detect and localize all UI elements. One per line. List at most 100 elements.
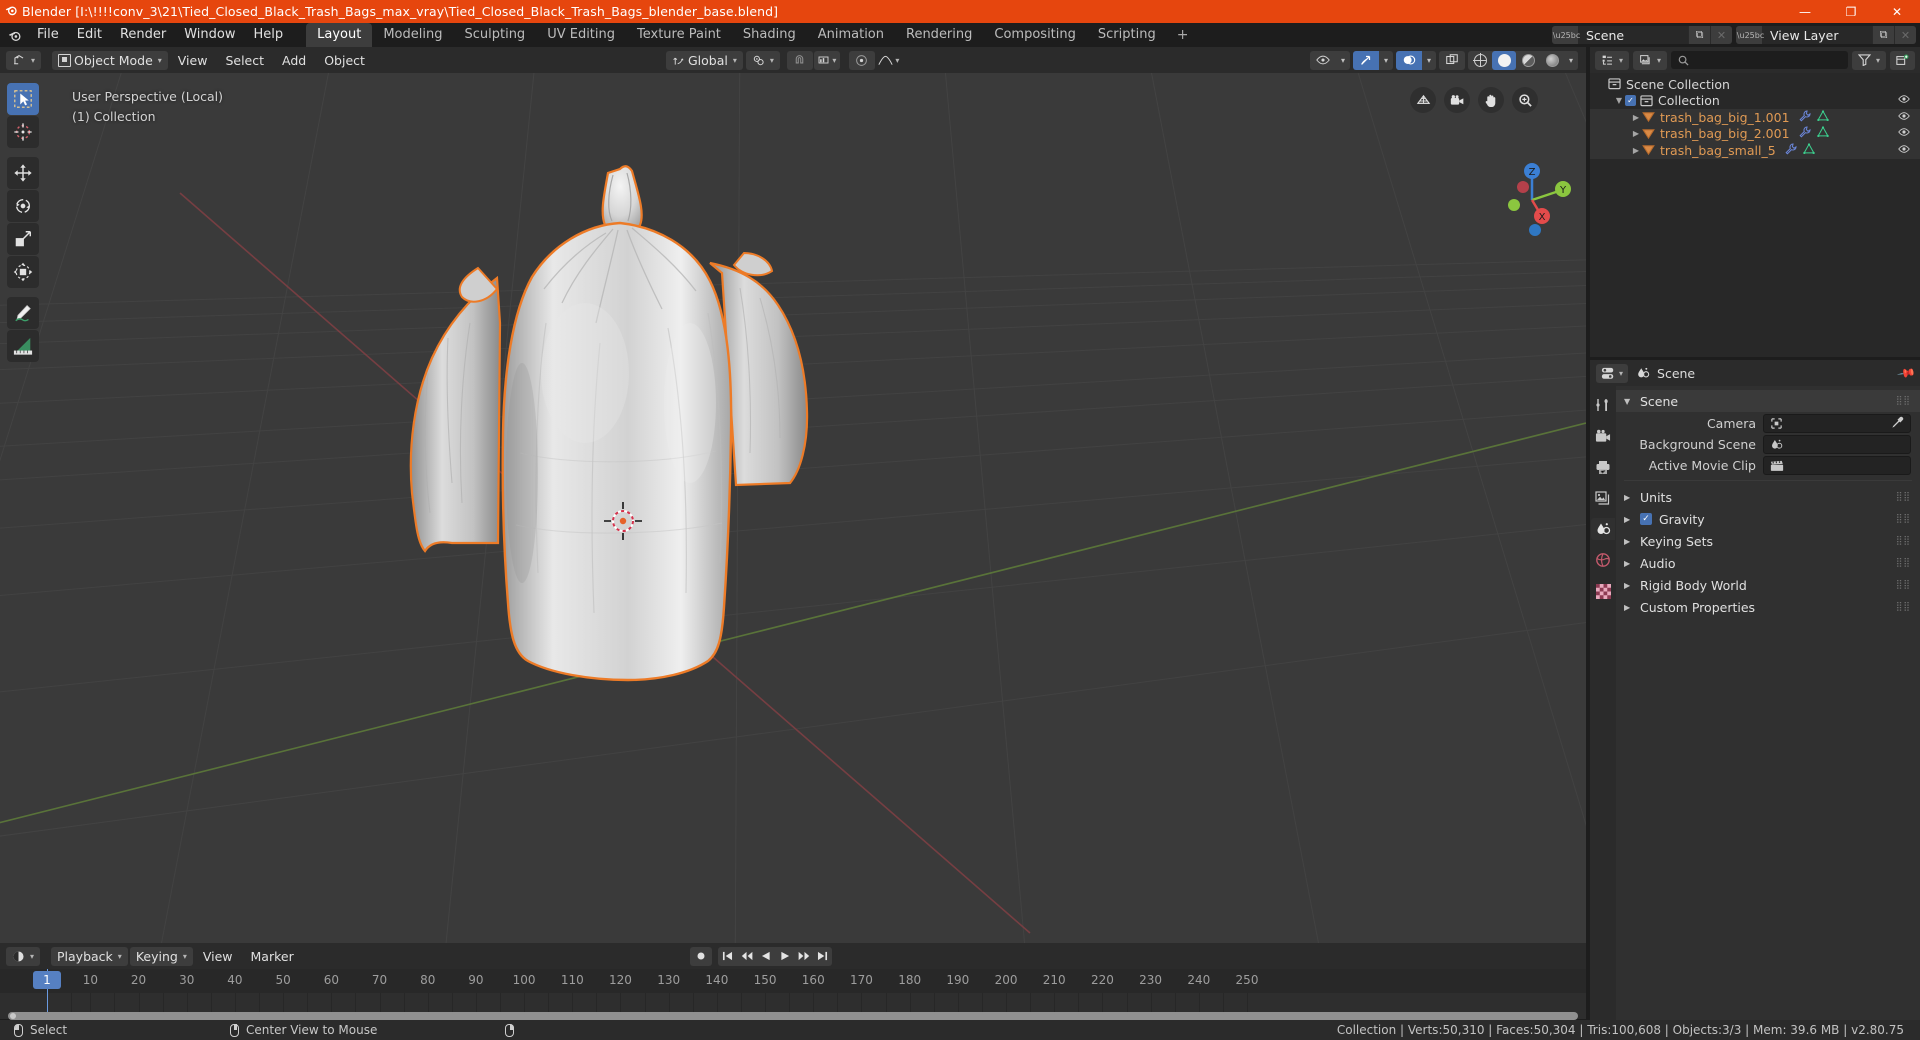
outliner-editor-type-selector[interactable]: ▾	[1595, 50, 1630, 70]
snap-pivot-selector[interactable]: ▾	[745, 50, 780, 70]
outliner-disclosure-icon[interactable]: ▶	[1630, 113, 1642, 122]
timeline-menu-playback[interactable]: Playback ▾	[51, 946, 128, 966]
outliner-row-collection[interactable]: ▼ ✓ Collection	[1590, 93, 1920, 110]
menu-file[interactable]: File	[28, 25, 68, 45]
outliner-row-scene-collection[interactable]: Scene Collection	[1590, 76, 1920, 93]
outliner-visibility-eye-icon[interactable]	[1898, 127, 1910, 140]
transform-orientation-selector[interactable]: Global ▾	[666, 50, 743, 70]
outliner-new-collection-button[interactable]	[1890, 50, 1915, 70]
zoom-view-icon[interactable]	[1512, 87, 1538, 113]
panel-keying-sets-header[interactable]: ▶ Keying Sets ⣿⣿	[1616, 530, 1920, 552]
pan-view-icon[interactable]	[1478, 87, 1504, 113]
tool-rotate[interactable]	[7, 190, 39, 222]
previous-keyframe-button[interactable]	[737, 947, 756, 966]
tab-world[interactable]	[1591, 549, 1615, 571]
3d-viewport[interactable]: User Perspective (Local) (1) Collection	[0, 73, 1586, 943]
active-movie-clip-field[interactable]	[1763, 456, 1911, 475]
tool-scale[interactable]	[7, 223, 39, 255]
panel-audio-header[interactable]: ▶ Audio ⣿⣿	[1616, 552, 1920, 574]
tool-measure[interactable]	[7, 330, 39, 362]
remove-view-layer-button[interactable]: ✕	[1894, 26, 1916, 44]
tab-compositing[interactable]: Compositing	[983, 23, 1087, 47]
tool-annotate[interactable]	[7, 297, 39, 329]
menu-render[interactable]: Render	[111, 25, 175, 45]
show-overlays-toggle[interactable]	[1396, 50, 1422, 70]
panel-gravity-header[interactable]: ▶ ✓ Gravity ⣿⣿	[1616, 508, 1920, 530]
outliner-row-mesh-object[interactable]: ▶ trash_bag_big_1.001	[1590, 109, 1920, 126]
toggle-xray-button[interactable]	[1439, 50, 1465, 70]
timeline-menu-view[interactable]: View	[195, 947, 241, 966]
jump-to-start-button[interactable]	[718, 947, 737, 966]
timeline-horizontal-scrollbar[interactable]	[8, 1012, 1578, 1020]
next-keyframe-button[interactable]	[794, 947, 813, 966]
outliner-row-mesh-object[interactable]: ▶ trash_bag_big_2.001	[1590, 125, 1920, 142]
jump-to-end-button[interactable]	[813, 947, 832, 966]
snap-target-selector[interactable]: ▾	[813, 50, 840, 70]
tool-cursor[interactable]	[7, 116, 39, 148]
tab-modeling[interactable]: Modeling	[372, 23, 453, 47]
view-layer-datablock[interactable]: \u25bc View Layer ⧉ ✕	[1736, 26, 1916, 44]
shading-wireframe-button[interactable]	[1468, 51, 1492, 70]
toggle-camera-view-icon[interactable]	[1444, 87, 1470, 113]
outliner-search-input[interactable]	[1671, 51, 1848, 69]
tool-select-box[interactable]	[7, 83, 39, 115]
tab-sculpting[interactable]: Sculpting	[453, 23, 536, 47]
play-button[interactable]	[775, 947, 794, 966]
outliner-visibility-eye-icon[interactable]	[1898, 144, 1910, 157]
overlays-dropdown-caret[interactable]: ▾	[1422, 50, 1436, 70]
timeline-editor-type-selector[interactable]: ▾	[6, 946, 41, 966]
outliner-disclosure-icon[interactable]: ▶	[1630, 129, 1642, 138]
tool-transform[interactable]	[7, 256, 39, 288]
outliner-disclosure-icon[interactable]: ▼	[1613, 96, 1625, 105]
snap-magnet-toggle[interactable]	[786, 50, 813, 70]
panel-scene-header[interactable]: ▼ Scene ⣿⣿	[1616, 390, 1920, 412]
modifier-wrench-icon[interactable]	[1799, 126, 1811, 141]
maximize-button[interactable]: ❐	[1828, 0, 1874, 23]
show-gizmo-toggle[interactable]	[1353, 50, 1379, 70]
outliner-display-mode-selector[interactable]: ▾	[1633, 50, 1668, 70]
menu-window[interactable]: Window	[175, 25, 244, 45]
gizmo-dropdown-caret[interactable]: ▾	[1379, 50, 1393, 70]
gravity-checkbox[interactable]: ✓	[1640, 513, 1652, 525]
unlink-scene-button[interactable]: ✕	[1710, 26, 1732, 44]
modifier-wrench-icon[interactable]	[1799, 110, 1811, 125]
tab-scene[interactable]	[1591, 518, 1615, 540]
object-type-visibility-button[interactable]	[1310, 50, 1336, 70]
tab-texture-paint[interactable]: Texture Paint	[626, 23, 732, 47]
proportional-editing-toggle[interactable]	[848, 50, 875, 70]
tab-animation[interactable]: Animation	[807, 23, 895, 47]
menu-help[interactable]: Help	[245, 25, 293, 45]
camera-eyedropper-icon[interactable]	[1891, 416, 1904, 432]
auto-keyframe-button[interactable]	[690, 946, 712, 966]
panel-custom-properties-header[interactable]: ▶ Custom Properties ⣿⣿	[1616, 596, 1920, 618]
viewport-menu-view[interactable]: View	[170, 51, 216, 70]
properties-editor-type-selector[interactable]: ▾	[1596, 363, 1629, 383]
modifier-wrench-icon[interactable]	[1785, 143, 1797, 158]
tab-scripting[interactable]: Scripting	[1087, 23, 1167, 47]
tab-tool[interactable]	[1591, 394, 1615, 416]
outliner-row-mesh-object[interactable]: ▶ trash_bag_small_5	[1590, 142, 1920, 159]
shading-dropdown-caret[interactable]: ▾	[1564, 50, 1578, 70]
scene-datablock[interactable]: \u25bc Scene ⧉ ✕	[1552, 26, 1732, 44]
timeline-ruler[interactable]: 1102030405060708090100110120130140150160…	[0, 969, 1586, 993]
shading-material-preview-button[interactable]	[1516, 51, 1540, 70]
outliner-visibility-eye-icon[interactable]	[1898, 94, 1910, 107]
timeline-menu-marker[interactable]: Marker	[243, 947, 302, 966]
new-view-layer-button[interactable]: ⧉	[1872, 26, 1894, 44]
editor-type-selector[interactable]: ▾	[6, 50, 42, 70]
viewport-menu-select[interactable]: Select	[217, 51, 272, 70]
tab-uv-editing[interactable]: UV Editing	[536, 23, 626, 47]
outliner-visibility-eye-icon[interactable]	[1898, 111, 1910, 124]
viewport-menu-object[interactable]: Object	[316, 51, 373, 70]
menu-edit[interactable]: Edit	[68, 25, 111, 45]
camera-field[interactable]	[1763, 414, 1911, 433]
tab-texture[interactable]	[1591, 580, 1615, 602]
minimize-button[interactable]: —	[1782, 0, 1828, 23]
close-button[interactable]: ✕	[1874, 0, 1920, 23]
tab-render[interactable]	[1591, 425, 1615, 447]
outliner-disclosure-icon[interactable]: ▶	[1630, 146, 1642, 155]
panel-units-header[interactable]: ▶ Units ⣿⣿	[1616, 486, 1920, 508]
viewport-menu-add[interactable]: Add	[274, 51, 314, 70]
mesh-data-icon[interactable]	[1816, 109, 1829, 125]
proportional-falloff-selector[interactable]: ▾	[876, 51, 902, 70]
